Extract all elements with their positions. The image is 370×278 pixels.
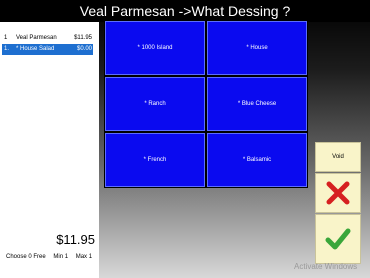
dressing-button-blue-cheese[interactable]: * Blue Cheese	[207, 77, 307, 131]
red-x-icon	[326, 181, 350, 205]
order-item-qty: 1	[4, 35, 8, 41]
order-item-price: $11.95	[74, 35, 92, 41]
cancel-button[interactable]	[315, 173, 361, 213]
dressing-button-french[interactable]: * French	[105, 133, 205, 187]
order-total: $11.95	[56, 232, 95, 247]
green-checkmark-icon	[325, 228, 351, 250]
order-item-row-selected[interactable]: 1. * House Salad $0.00	[2, 44, 93, 55]
order-item-name: Veal Parmesan	[16, 35, 57, 41]
choose-free-label: Choose 0 Free	[6, 254, 46, 260]
page-title: Veal Parmesan ->What Dessing ?	[0, 0, 370, 22]
order-item-qty: 1.	[4, 46, 10, 52]
void-button[interactable]: Void	[315, 142, 361, 172]
dressing-button-balsamic[interactable]: * Balsamic	[207, 133, 307, 187]
dressing-button-house[interactable]: * House	[207, 21, 307, 75]
order-item-row[interactable]: 1 Veal Parmesan $11.95	[2, 33, 93, 44]
order-panel: 1 Veal Parmesan $11.95 1. * House Salad …	[0, 22, 99, 278]
dressing-button-1000-island[interactable]: * 1000 Island	[105, 21, 205, 75]
dressing-grid: * 1000 Island * House * Ranch * Blue Che…	[104, 20, 308, 188]
choose-max-label: Max 1	[75, 254, 93, 260]
dressing-button-ranch[interactable]: * Ranch	[105, 77, 205, 131]
ok-button[interactable]	[315, 214, 361, 264]
choose-min-label: Min 1	[53, 254, 69, 260]
activate-windows-watermark: Activate Windows	[294, 262, 358, 271]
order-item-name: * House Salad	[16, 46, 55, 52]
order-item-price: $0.00	[76, 46, 92, 52]
choose-info: Choose 0 Free Min 1 Max 1	[6, 254, 98, 260]
